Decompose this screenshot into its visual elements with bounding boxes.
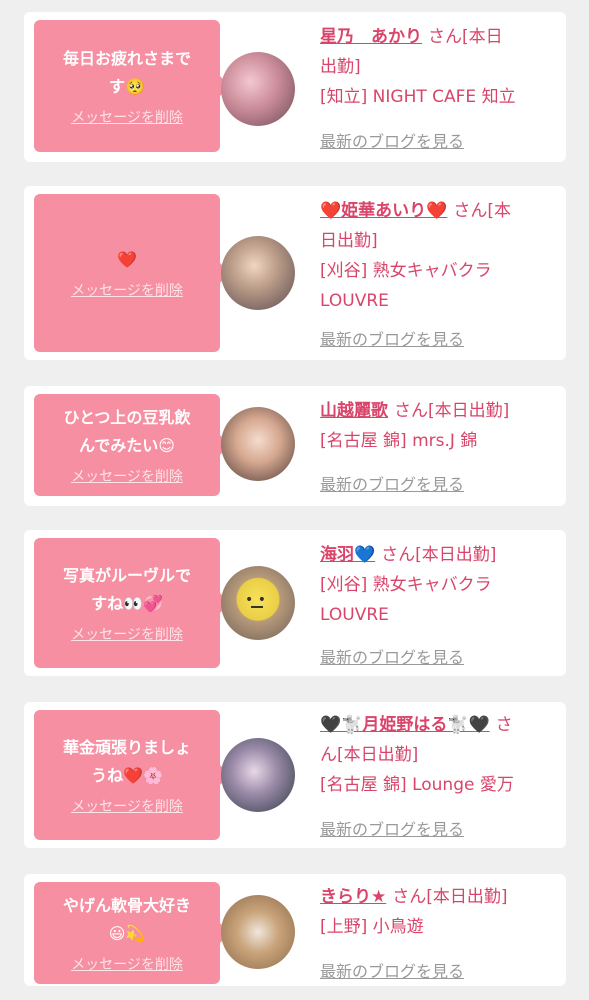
latest-blog-link[interactable]: 最新のブログを見る [320,326,464,350]
cast-shop: [刈谷] 熟女キャバクラ [320,261,492,281]
cast-status-cont: ん[本日出勤] [320,745,419,765]
message-text: ひとつ上の豆乳飲 んでみたい😊 [34,404,220,460]
cast-name-link[interactable]: 星乃 あかり [320,27,422,47]
cast-name-link[interactable]: 🖤🐩月姫野はる🐩🖤 [320,715,490,735]
cast-status-cont: 出勤] [320,57,361,77]
message-text: 華金頑張りましょ うね❤️🌸 [34,734,220,790]
avatar[interactable] [221,407,295,481]
avatar[interactable] [221,236,295,310]
cast-shop: [刈谷] 熟女キャバクラ [320,575,492,595]
latest-blog-link[interactable]: 最新のブログを見る [320,958,464,982]
cast-status: さん[本日 [428,27,503,47]
cast-name-link[interactable]: 山越麗歌 [320,401,388,421]
cast-status: さん[本日出勤] [392,887,508,907]
message-line: 😃💫 [108,924,146,943]
avatar[interactable]: • • [221,566,295,640]
cast-status: さん[本日出勤] [381,545,497,565]
message-bubble: 毎日お疲れさまで す🥺 メッセージを削除 [34,20,230,152]
message-bubble: ❤️ メッセージを削除 [34,194,230,352]
message-line: すね👀💞 [91,594,163,613]
message-bubble: 華金頑張りましょ うね❤️🌸 メッセージを削除 [34,710,230,840]
cast-shop: [上野] 小鳥遊 [320,917,424,937]
message-bubble: 写真がルーヴルで すね👀💞 メッセージを削除 [34,538,230,668]
message-line: 毎日お疲れさまで [62,49,191,68]
delete-message-link[interactable]: メッセージを削除 [71,107,183,127]
cast-shop: [名古屋 錦] mrs.J 錦 [320,431,478,451]
message-text: 毎日お疲れさまで す🥺 [34,45,220,101]
cast-info: きらり★ さん[本日出勤] [上野] 小鳥遊 [320,882,556,942]
delete-message-link[interactable]: メッセージを削除 [71,796,183,816]
latest-blog-link[interactable]: 最新のブログを見る [320,816,464,840]
cast-info: 🖤🐩月姫野はる🐩🖤 さ ん[本日出勤] [名古屋 錦] Lounge 愛万 [320,710,556,800]
cast-status: さ [495,715,513,735]
message-line: 華金頑張りましょ [62,738,191,757]
message-line: 写真がルーヴルで [62,566,191,585]
latest-blog-link[interactable]: 最新のブログを見る [320,644,464,668]
cast-shop: [知立] NIGHT CAFE 知立 [320,87,516,107]
message-text: ❤️ [34,246,220,274]
delete-message-link[interactable]: メッセージを削除 [71,466,183,486]
cast-info: 山越麗歌 さん[本日出勤] [名古屋 錦] mrs.J 錦 [320,396,556,456]
message-line: うね❤️🌸 [91,766,163,785]
cast-name-link[interactable]: ❤️姫華あいり❤️ [320,201,447,221]
message-bubble: ひとつ上の豆乳飲 んでみたい😊 メッセージを削除 [34,394,230,496]
cast-info: ❤️姫華あいり❤️ さん[本 日出勤] [刈谷] 熟女キャバクラ LOUVRE [320,196,556,316]
mouth-icon [251,606,263,608]
latest-blog-link[interactable]: 最新のブログを見る [320,471,464,495]
message-card: 写真がルーヴルで すね👀💞 メッセージを削除 • • 海羽💙 さん[本日出勤] [… [24,530,566,676]
message-line: やげん軟骨大好き [62,896,191,915]
avatar[interactable] [221,895,295,969]
cast-name-link[interactable]: きらり★ [320,887,386,907]
message-line: ひとつ上の豆乳飲 [63,408,191,427]
cast-status: さん[本日出勤] [394,401,510,421]
message-line: す🥺 [109,77,145,96]
message-line: ❤️ [117,250,137,269]
delete-message-link[interactable]: メッセージを削除 [71,954,183,974]
message-list: 毎日お疲れさまで す🥺 メッセージを削除 星乃 あかり さん[本日 出勤] [知立… [0,0,589,1000]
avatar[interactable] [221,52,295,126]
cast-status: さん[本 [453,201,511,221]
delete-message-link[interactable]: メッセージを削除 [71,280,183,300]
message-text: 写真がルーヴルで すね👀💞 [34,562,220,618]
message-bubble: やげん軟骨大好き 😃💫 メッセージを削除 [34,882,230,984]
cast-shop: [名古屋 錦] Lounge 愛万 [320,775,514,795]
message-line: んでみたい😊 [79,436,175,455]
cast-name-link[interactable]: 海羽💙 [320,545,375,565]
message-text: やげん軟骨大好き 😃💫 [34,892,220,948]
message-card: 華金頑張りましょ うね❤️🌸 メッセージを削除 🖤🐩月姫野はる🐩🖤 さ ん[本日出… [24,702,566,848]
message-card: 毎日お疲れさまで す🥺 メッセージを削除 星乃 あかり さん[本日 出勤] [知立… [24,12,566,162]
message-card: ❤️ メッセージを削除 ❤️姫華あいり❤️ さん[本 日出勤] [刈谷] 熟女キャ… [24,186,566,360]
delete-message-link[interactable]: メッセージを削除 [71,624,183,644]
message-card: やげん軟骨大好き 😃💫 メッセージを削除 きらり★ さん[本日出勤] [上野] 小… [24,874,566,986]
cast-shop-cont: LOUVRE [320,291,389,311]
message-card: ひとつ上の豆乳飲 んでみたい😊 メッセージを削除 山越麗歌 さん[本日出勤] [名… [24,386,566,506]
cast-status-cont: 日出勤] [320,231,378,251]
cast-info: 星乃 あかり さん[本日 出勤] [知立] NIGHT CAFE 知立 [320,22,556,112]
cast-info: 海羽💙 さん[本日出勤] [刈谷] 熟女キャバクラ LOUVRE [320,540,556,630]
avatar[interactable] [221,738,295,812]
cast-shop-cont: LOUVRE [320,605,389,625]
latest-blog-link[interactable]: 最新のブログを見る [320,128,464,152]
